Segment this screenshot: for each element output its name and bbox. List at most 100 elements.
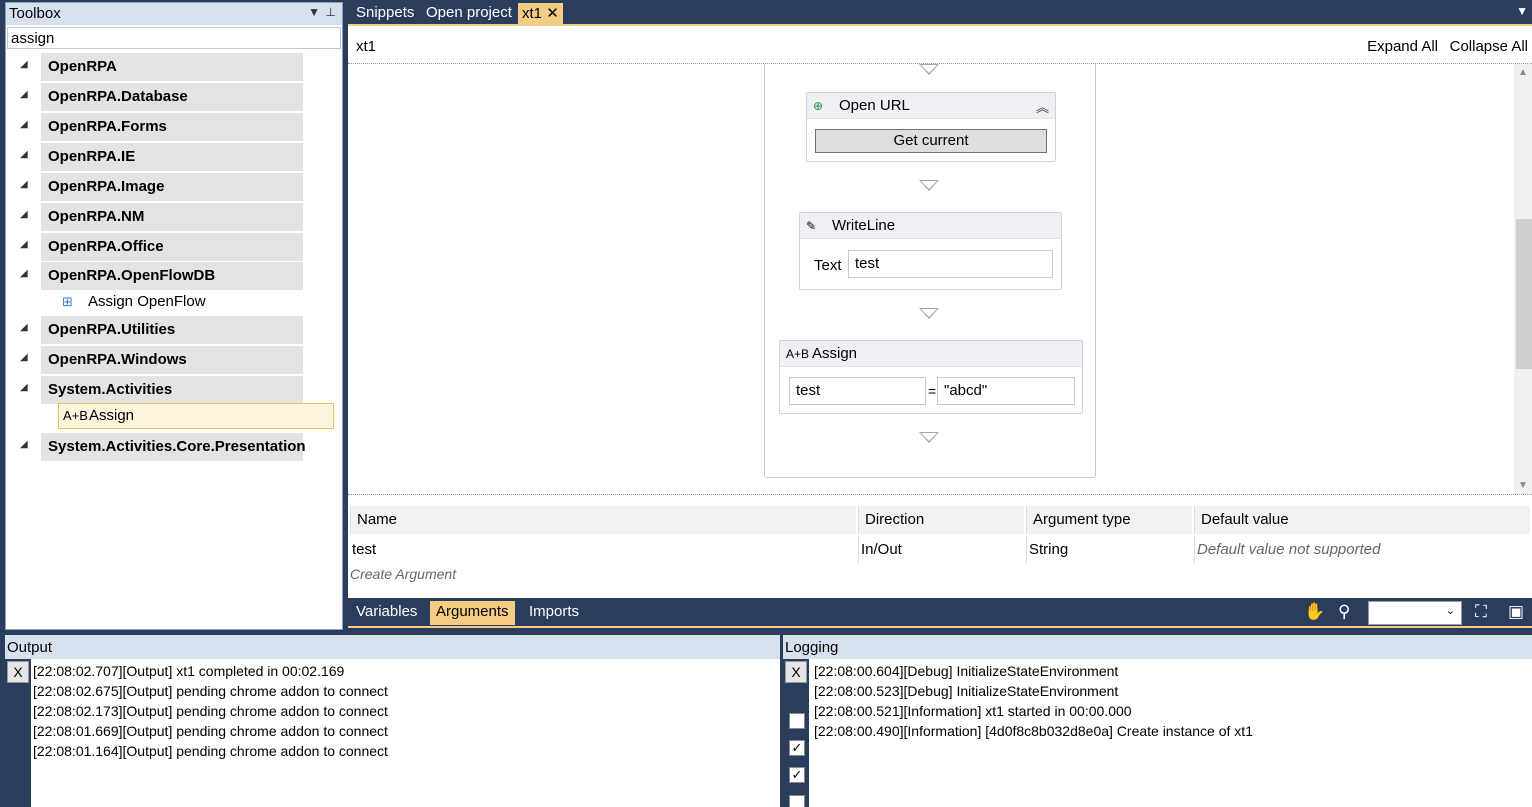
category-openrpa-database[interactable]: ◢ OpenRPA.Database <box>14 83 344 111</box>
column-header-direction[interactable]: Direction <box>858 506 1024 534</box>
expand-triangle-icon[interactable]: ◢ <box>20 179 28 190</box>
filter-checkbox[interactable] <box>789 713 805 729</box>
assign-icon: A+B <box>63 408 88 423</box>
tool-assign-openflow[interactable]: ⊞ Assign OpenFlow <box>58 290 334 316</box>
vertical-scrollbar[interactable]: ▲ ▼ <box>1514 64 1532 494</box>
column-header-name[interactable]: Name <box>350 506 856 534</box>
list-item: [22:08:02.173][Output] pending chrome ad… <box>33 703 388 719</box>
scrollbar-thumb[interactable] <box>1516 219 1532 369</box>
expand-triangle-icon[interactable]: ◢ <box>20 119 28 130</box>
column-header-argument-type[interactable]: Argument type <box>1026 506 1192 534</box>
activity-assign[interactable]: A+B Assign test = "abcd" <box>779 340 1083 414</box>
tool-assign[interactable]: A+BAssign <box>58 403 334 429</box>
get-current-button[interactable]: Get current <box>815 129 1047 153</box>
designer-canvas[interactable]: ⊕ Open URL ︽ Get current ✎ WriteLine Text … <box>348 63 1532 495</box>
tab-snippets[interactable]: Snippets <box>352 3 418 24</box>
category-openrpa-forms[interactable]: ◢ OpenRPA.Forms <box>14 113 344 141</box>
workflow-designer: xt1 Expand All Collapse All ⊕ Open URL ︽ … <box>348 24 1532 628</box>
toolbox-panel: Toolbox ▼ ⊥ ◢OpenRPA ◢OpenRPA.Database ◢… <box>5 2 343 630</box>
tab-imports[interactable]: Imports <box>523 601 585 625</box>
zoom-level-select[interactable]: ⌄ <box>1368 601 1462 625</box>
scroll-up-icon[interactable]: ▲ <box>1518 67 1528 78</box>
assign-value-input[interactable]: "abcd" <box>937 377 1075 405</box>
output-log: [22:08:02.707][Output] xt1 completed in … <box>33 661 388 761</box>
list-item: [22:08:01.164][Output] pending chrome ad… <box>33 743 388 759</box>
column-header-default-value[interactable]: Default value <box>1194 506 1530 534</box>
filter-checkbox[interactable]: ✓ <box>789 740 805 756</box>
assign-to-input[interactable]: test <box>789 377 926 405</box>
expand-triangle-icon[interactable]: ◢ <box>20 352 28 363</box>
expand-triangle-icon[interactable]: ◢ <box>20 239 28 250</box>
list-item: [22:08:00.521][Information] xt1 started … <box>814 703 1132 719</box>
list-item: [22:08:00.490][Information] [4d0f8c8b032… <box>814 723 1253 739</box>
collapse-icon[interactable]: ︽ <box>1036 97 1049 116</box>
sequence-container[interactable]: ⊕ Open URL ︽ Get current ✎ WriteLine Text … <box>764 64 1096 478</box>
cell-argument-type[interactable]: String <box>1026 536 1192 564</box>
cell-default-value[interactable]: Default value not supported <box>1194 536 1530 564</box>
category-system-activities[interactable]: ◢ System.Activities <box>14 376 344 404</box>
list-item: [22:08:02.675][Output] pending chrome ad… <box>33 683 388 699</box>
category-openrpa-image[interactable]: ◢ OpenRPA.Image <box>14 173 344 201</box>
pin-icon[interactable]: ⊥ <box>326 5 336 19</box>
category-openrpa-nm[interactable]: ◢ OpenRPA.NM <box>14 203 344 231</box>
expand-triangle-icon[interactable]: ◢ <box>20 89 28 100</box>
writeline-icon: ✎ <box>806 219 817 233</box>
logging-title: Logging <box>783 635 1532 659</box>
list-item: [22:08:00.604][Debug] InitializeStateEnv… <box>814 663 1119 679</box>
tab-open-project[interactable]: Open project <box>422 3 516 24</box>
expand-triangle-icon[interactable]: ◢ <box>20 268 28 279</box>
collapse-all-button[interactable]: Collapse All <box>1450 38 1528 55</box>
toolbox-title: Toolbox <box>9 5 61 22</box>
close-icon[interactable]: ✕ <box>546 5 559 22</box>
logging-log: [22:08:00.604][Debug] InitializeStateEnv… <box>814 661 1253 741</box>
activity-open-url[interactable]: ⊕ Open URL ︽ Get current <box>806 92 1056 162</box>
expand-triangle-icon[interactable]: ◢ <box>20 209 28 220</box>
designer-bottom-bar: Variables Arguments Imports ✋ ⚲ ⌄ ⛶ ▣ <box>348 598 1532 628</box>
list-item: [22:08:02.707][Output] xt1 completed in … <box>33 663 345 679</box>
cell-direction[interactable]: In/Out <box>858 536 1024 564</box>
dropdown-icon[interactable]: ▼ <box>308 5 320 19</box>
clear-logging-button[interactable]: X <box>785 661 807 683</box>
cell-name[interactable]: test <box>350 536 856 564</box>
toolbox-search-input[interactable] <box>7 27 341 49</box>
tab-overflow-icon[interactable]: ▼ <box>1516 4 1528 18</box>
drop-arrow-icon[interactable] <box>919 64 939 75</box>
category-openrpa-utilities[interactable]: ◢ OpenRPA.Utilities <box>14 316 344 344</box>
expand-triangle-icon[interactable]: ◢ <box>20 149 28 160</box>
equals-sign: = <box>928 383 937 399</box>
category-openrpa[interactable]: ◢ OpenRPA <box>14 53 344 81</box>
tab-variables[interactable]: Variables <box>350 601 423 625</box>
expand-all-button[interactable]: Expand All <box>1367 38 1438 55</box>
filter-checkbox[interactable] <box>789 795 805 807</box>
zoom-icon[interactable]: ⚲ <box>1338 602 1350 622</box>
pan-hand-icon[interactable]: ✋ <box>1304 602 1325 622</box>
filter-checkbox[interactable]: ✓ <box>789 767 805 783</box>
category-openrpa-office[interactable]: ◢ OpenRPA.Office <box>14 233 344 261</box>
expand-triangle-icon[interactable]: ◢ <box>20 322 28 333</box>
overview-map-icon[interactable]: ▣ <box>1508 602 1524 622</box>
drop-arrow-icon[interactable] <box>919 180 939 191</box>
list-item: [22:08:01.669][Output] pending chrome ad… <box>33 723 388 739</box>
logging-panel: Logging X ✓ ✓ ✓ [22:08:00.604][Debug] In… <box>783 635 1532 807</box>
expand-triangle-icon[interactable]: ◢ <box>20 382 28 393</box>
list-item: [22:08:00.523][Debug] InitializeStateEnv… <box>814 683 1119 699</box>
writeline-text-input[interactable]: test <box>848 250 1053 278</box>
category-openrpa-windows[interactable]: ◢ OpenRPA.Windows <box>14 346 344 374</box>
breadcrumb[interactable]: xt1 <box>356 38 376 55</box>
toolbox-titlebar: Toolbox ▼ ⊥ <box>6 3 342 25</box>
category-openrpa-openflowdb[interactable]: ◢ OpenRPA.OpenFlowDB <box>14 262 344 290</box>
expand-triangle-icon[interactable]: ◢ <box>20 59 28 70</box>
scroll-down-icon[interactable]: ▼ <box>1518 480 1528 491</box>
expand-triangle-icon[interactable]: ◢ <box>20 439 28 450</box>
tab-xt1[interactable]: xt1 ✕ <box>518 3 563 24</box>
activity-writeline[interactable]: ✎ WriteLine Text test <box>799 212 1062 290</box>
drop-arrow-icon[interactable] <box>919 308 939 319</box>
fit-to-screen-icon[interactable]: ⛶ <box>1475 602 1487 622</box>
clear-output-button[interactable]: X <box>7 661 29 683</box>
category-system-activities-core-presentation[interactable]: ◢ System.Activities.Core.Presentation <box>14 433 344 461</box>
category-openrpa-ie[interactable]: ◢ OpenRPA.IE <box>14 143 344 171</box>
tab-arguments[interactable]: Arguments <box>430 601 515 625</box>
create-argument-link[interactable]: Create Argument <box>350 566 456 582</box>
drop-arrow-icon[interactable] <box>919 432 939 443</box>
open-url-icon: ⊕ <box>813 99 824 113</box>
